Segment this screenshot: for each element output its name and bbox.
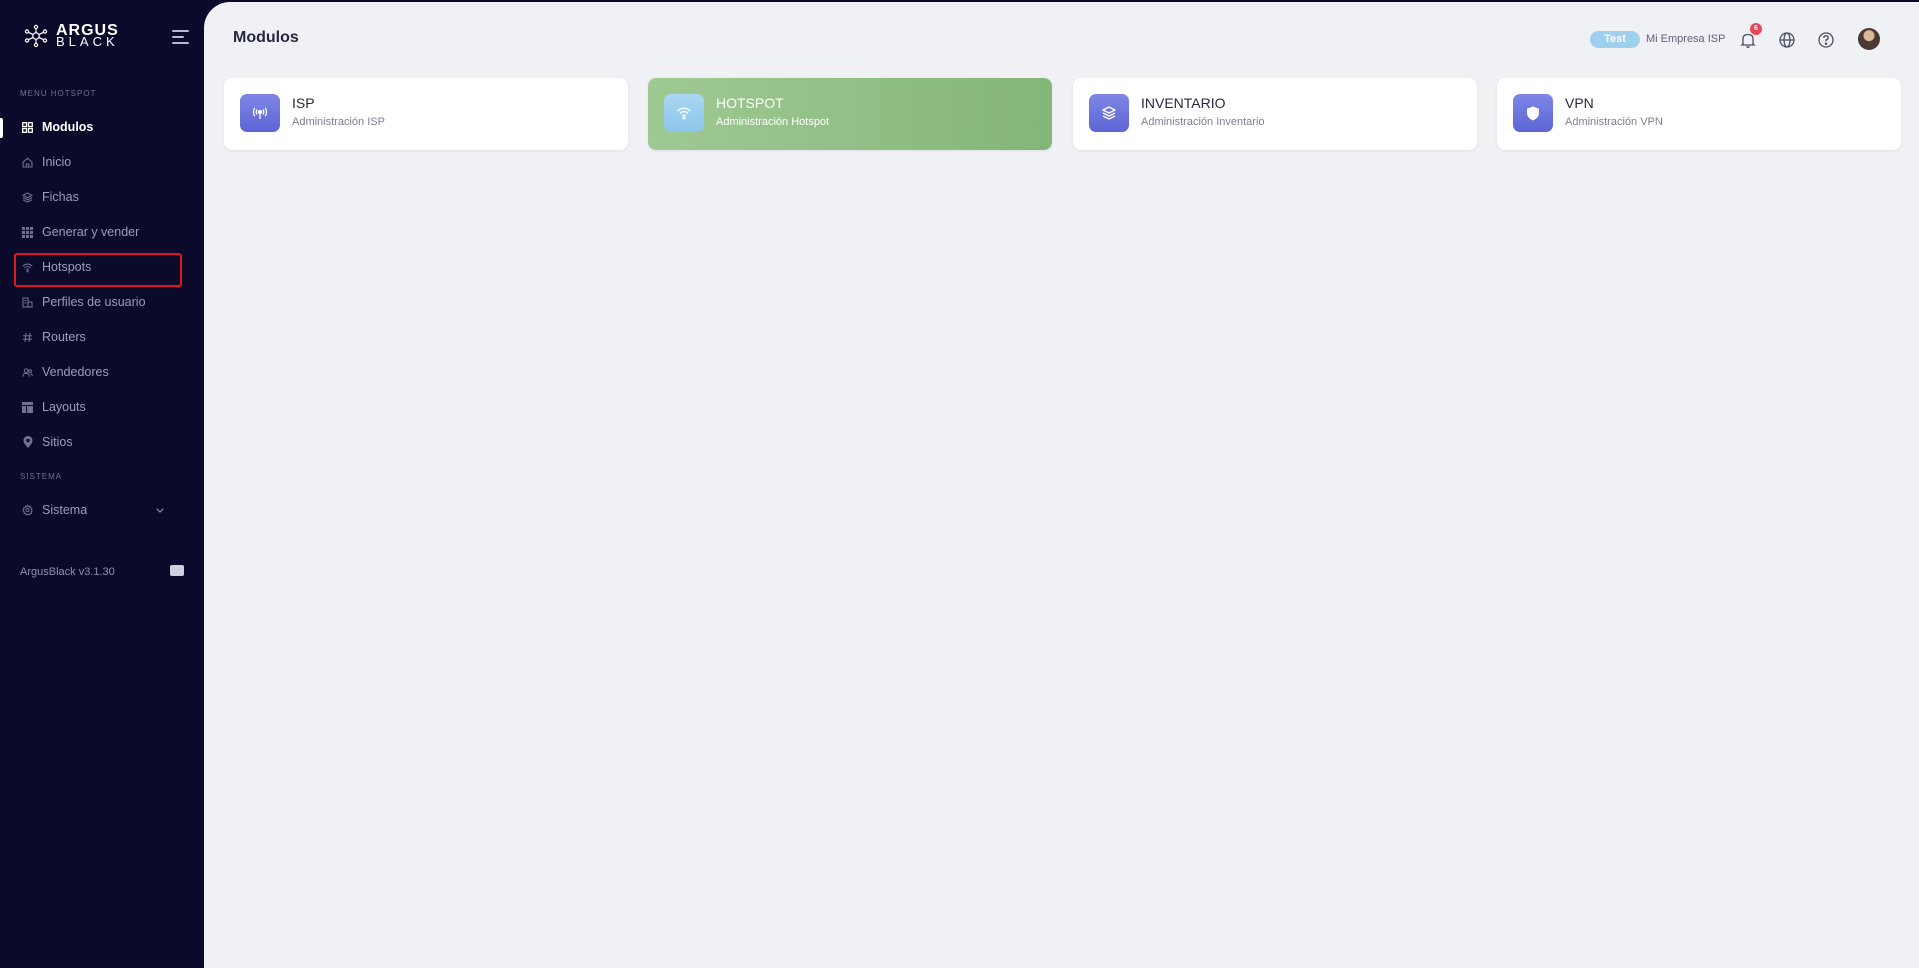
- module-subtitle: Administración Hotspot: [716, 116, 830, 128]
- module-subtitle: Administración ISP: [292, 116, 385, 128]
- module-subtitle: Administración Inventario: [1141, 116, 1265, 128]
- active-indicator: [0, 118, 3, 138]
- environment-badge: Test: [1590, 31, 1640, 48]
- layout-icon: [22, 401, 33, 413]
- app-version: ArgusBlack v3.1.30: [20, 566, 115, 578]
- module-title: INVENTARIO: [1141, 95, 1226, 111]
- company-name[interactable]: Mi Empresa ISP: [1646, 31, 1725, 48]
- section-label-system: SISTEMA: [20, 472, 63, 481]
- sidebar-item-label: Vendedores: [42, 365, 109, 379]
- sidebar-item-label: Fichas: [42, 190, 79, 204]
- users-icon: [22, 367, 33, 378]
- sidebar-item-sistema[interactable]: Sistema: [14, 494, 182, 526]
- gear-icon: [22, 504, 33, 516]
- module-card-vpn[interactable]: VPN Administración VPN: [1497, 78, 1901, 150]
- main-panel: Modulos Test Mi Empresa ISP 6 ISP Admini…: [204, 2, 1919, 968]
- changelog-icon[interactable]: [170, 565, 184, 576]
- wifi-icon: [664, 94, 704, 132]
- pin-icon: [22, 436, 33, 448]
- sidebar-item-label: Perfiles de usuario: [42, 295, 146, 309]
- profiles-icon: [22, 296, 33, 308]
- brand-logo[interactable]: ARGUS BLACK: [22, 23, 119, 49]
- sidebar-item-label: Inicio: [42, 155, 72, 169]
- sidebar-item-sitios[interactable]: Sitios: [14, 426, 182, 458]
- sidebar-item-label: Modulos: [42, 120, 94, 134]
- sidebar-item-label: Sistema: [42, 503, 88, 517]
- sidebar-item-inicio[interactable]: Inicio: [14, 146, 182, 178]
- layers-icon: [22, 191, 33, 203]
- notification-count: 6: [1750, 23, 1762, 35]
- sidebar-item-generar-y-vender[interactable]: Generar y vender: [14, 216, 182, 248]
- apps-icon: [22, 226, 33, 238]
- module-title: VPN: [1565, 95, 1594, 111]
- sidebar-item-label: Layouts: [42, 400, 86, 414]
- chevron-down-icon: [156, 505, 164, 516]
- wifi-icon: [22, 262, 33, 273]
- hash-icon: [22, 332, 33, 343]
- module-card-isp[interactable]: ISP Administración ISP: [224, 78, 628, 150]
- shield-icon: [1513, 94, 1553, 132]
- sidebar-item-perfiles-de-usuario[interactable]: Perfiles de usuario: [14, 286, 182, 318]
- home-icon: [22, 156, 33, 168]
- module-card-inventario[interactable]: INVENTARIO Administración Inventario: [1073, 78, 1477, 150]
- section-label-menu: MENU HOTSPOT: [20, 89, 97, 98]
- sidebar-item-label: Hotspots: [42, 260, 92, 274]
- box-icon: [1089, 94, 1129, 132]
- menu-toggle-icon[interactable]: [172, 30, 189, 44]
- module-title: HOTSPOT: [716, 95, 784, 111]
- sidebar: ARGUS BLACK MENU HOTSPOT Modulos Inicio …: [0, 0, 204, 968]
- sidebar-item-modulos[interactable]: Modulos: [14, 111, 182, 143]
- module-title: ISP: [292, 95, 315, 111]
- sidebar-item-routers[interactable]: Routers: [14, 321, 182, 353]
- globe-icon[interactable]: [1778, 31, 1796, 49]
- grid-icon: [22, 121, 33, 133]
- sidebar-item-fichas[interactable]: Fichas: [14, 181, 182, 213]
- page-title: Modulos: [233, 29, 299, 46]
- module-subtitle: Administración VPN: [1565, 116, 1663, 128]
- broadcast-icon: [240, 94, 280, 132]
- help-icon[interactable]: [1817, 31, 1835, 49]
- logo-mark-icon: [24, 24, 48, 48]
- brand-wordmark: ARGUS BLACK: [56, 23, 119, 49]
- user-avatar[interactable]: [1858, 28, 1880, 50]
- sidebar-item-hotspots[interactable]: Hotspots: [14, 251, 182, 283]
- sidebar-item-label: Routers: [42, 330, 86, 344]
- sidebar-item-label: Generar y vender: [42, 225, 140, 239]
- sidebar-item-vendedores[interactable]: Vendedores: [14, 356, 182, 388]
- sidebar-item-layouts[interactable]: Layouts: [14, 391, 182, 423]
- brand-line2: BLACK: [56, 34, 119, 49]
- sidebar-item-label: Sitios: [42, 435, 73, 449]
- module-card-hotspot[interactable]: HOTSPOT Administración Hotspot: [648, 78, 1052, 150]
